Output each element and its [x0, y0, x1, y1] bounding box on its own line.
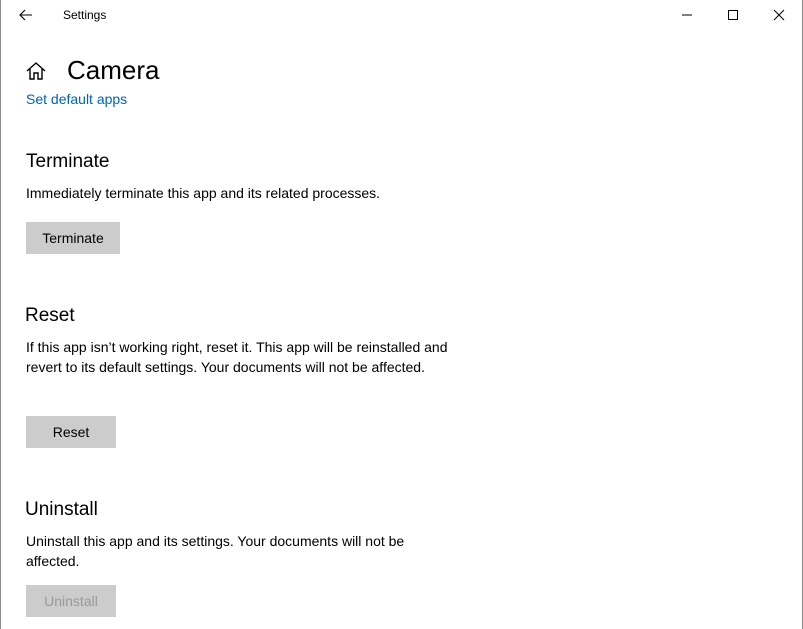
maximize-button[interactable] — [710, 0, 756, 30]
window-title: Settings — [63, 8, 107, 22]
minimize-button[interactable] — [664, 0, 710, 30]
reset-heading: Reset — [25, 305, 75, 326]
home-icon — [26, 62, 46, 80]
back-arrow-icon — [19, 9, 32, 21]
reset-button[interactable]: Reset — [26, 416, 116, 448]
back-button[interactable] — [11, 2, 41, 28]
title-bar: Settings — [1, 0, 802, 30]
set-default-apps-link[interactable]: Set default apps — [26, 91, 127, 107]
home-button[interactable] — [25, 60, 47, 82]
reset-description: If this app isn’t working right, reset i… — [26, 339, 448, 375]
terminate-heading: Terminate — [26, 151, 110, 172]
close-button[interactable] — [756, 0, 802, 30]
terminate-button[interactable]: Terminate — [26, 222, 120, 254]
uninstall-button[interactable]: Uninstall — [26, 585, 116, 617]
maximize-icon — [728, 10, 738, 20]
uninstall-description: Uninstall this app and its settings. You… — [26, 533, 405, 569]
uninstall-heading: Uninstall — [25, 499, 98, 520]
page-title: Camera — [67, 55, 160, 85]
terminate-description: Immediately terminate this app and its r… — [26, 185, 381, 201]
minimize-icon — [682, 14, 692, 16]
close-icon — [773, 9, 785, 21]
settings-window: Settings Camera Set default apps Termina… — [0, 0, 803, 629]
